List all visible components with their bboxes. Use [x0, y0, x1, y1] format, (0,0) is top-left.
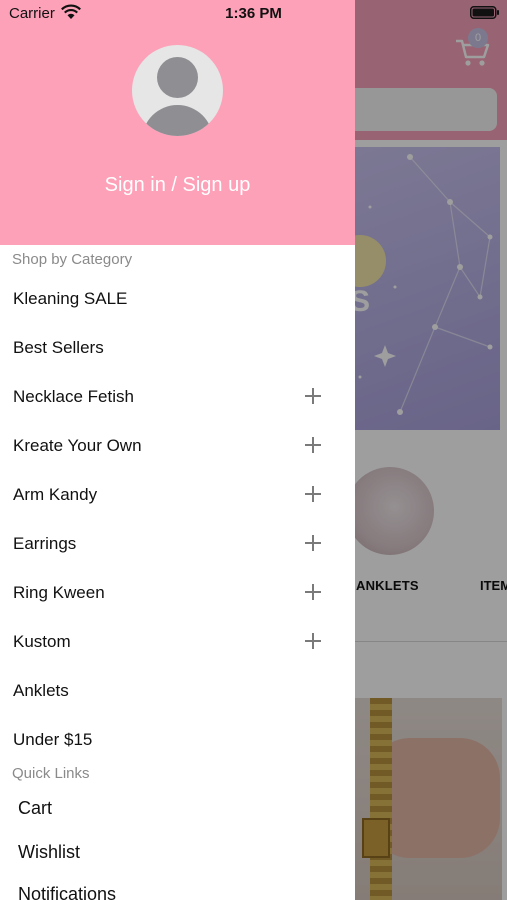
menu-item-label: Ring Kween — [13, 583, 105, 602]
menu-item-label: Arm Kandy — [13, 485, 98, 504]
menu-item-under-15[interactable]: Under $15 — [0, 716, 355, 765]
shop-by-category-title: Shop by Category — [12, 251, 133, 268]
menu-item-kleaning-sale[interactable]: Kleaning SALE — [0, 275, 355, 324]
menu-item-ring-kween[interactable]: Ring Kween — [0, 569, 355, 618]
quick-link-cart[interactable]: Cart — [0, 786, 355, 830]
quick-link-label: Notifications — [18, 884, 117, 900]
expand-plus-icon[interactable] — [304, 534, 322, 552]
menu-item-label: Earrings — [13, 534, 77, 553]
menu-item-anklets[interactable]: Anklets — [0, 667, 355, 716]
clock-time: 1:36 PM — [225, 5, 282, 22]
menu-item-kustom[interactable]: Kustom — [0, 618, 355, 667]
menu-item-label: Anklets — [13, 681, 69, 700]
battery-icon — [470, 6, 499, 19]
menu-item-kreate-your-own[interactable]: Kreate Your Own — [0, 422, 355, 471]
sign-in-link[interactable]: Sign in / Sign up — [0, 174, 355, 197]
quick-link-label: Cart — [18, 798, 53, 818]
menu-item-label: Under $15 — [13, 730, 93, 749]
menu-item-label: Kreate Your Own — [13, 436, 142, 455]
status-bar: Carrier 1:36 PM — [0, 0, 507, 26]
expand-plus-icon[interactable] — [304, 387, 322, 405]
menu-item-label: Best Sellers — [13, 338, 104, 357]
menu-item-label: Kustom — [13, 632, 71, 651]
menu-item-earrings[interactable]: Earrings — [0, 520, 355, 569]
expand-plus-icon[interactable] — [304, 583, 322, 601]
navigation-drawer: Sign in / Sign up Shop by Category Klean… — [0, 0, 355, 900]
expand-plus-icon[interactable] — [304, 485, 322, 503]
menu-item-label: Necklace Fetish — [13, 387, 134, 406]
quick-link-wishlist[interactable]: Wishlist — [0, 830, 355, 874]
expand-plus-icon[interactable] — [304, 632, 322, 650]
quick-links-title: Quick Links — [12, 765, 90, 782]
menu-item-best-sellers[interactable]: Best Sellers — [0, 324, 355, 373]
menu-item-necklace-fetish[interactable]: Necklace Fetish — [0, 373, 355, 422]
drawer-header: Sign in / Sign up — [0, 0, 355, 245]
quick-link-notifications[interactable]: Notifications — [0, 872, 355, 900]
avatar-icon[interactable] — [132, 45, 223, 136]
expand-plus-icon[interactable] — [304, 436, 322, 454]
menu-item-label: Kleaning SALE — [13, 289, 128, 308]
quick-link-label: Wishlist — [18, 842, 80, 862]
menu-item-arm-kandy[interactable]: Arm Kandy — [0, 471, 355, 520]
